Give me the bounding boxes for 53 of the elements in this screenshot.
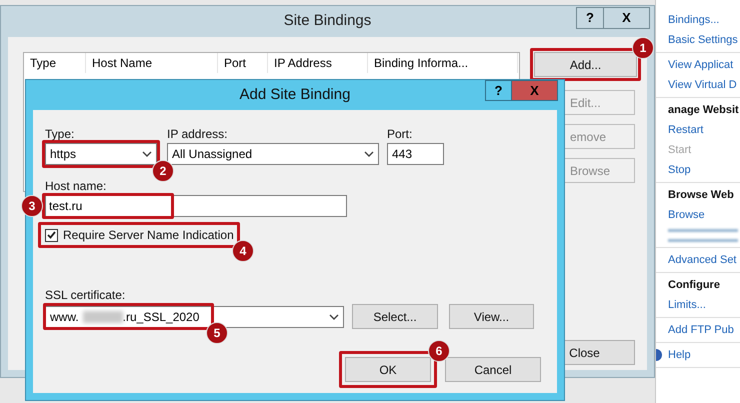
section-heading: anage Websit — [668, 102, 739, 118]
section-heading: Browse Web — [668, 188, 734, 203]
blurred-text — [668, 238, 738, 242]
column-header[interactable]: Type — [24, 53, 86, 73]
dialog-button[interactable]: Cancel — [445, 357, 541, 382]
certificate-name-end: .ru_SSL_2020 — [122, 308, 200, 326]
action-link[interactable]: Browse — [668, 206, 705, 224]
dialog-title: Add Site Binding — [240, 84, 350, 105]
action-link[interactable]: Stop — [668, 162, 691, 178]
column-header[interactable]: IP Address — [268, 53, 368, 73]
field-label: Port: — [387, 126, 412, 140]
action-link[interactable]: Limits... — [668, 296, 706, 314]
field-label: IP address: — [167, 126, 228, 140]
field-label: Host name: — [45, 178, 106, 192]
dialog-button[interactable]: OK — [345, 357, 431, 382]
caption-dismiss-button[interactable]: X — [512, 80, 558, 101]
action-link[interactable]: View Applicat — [668, 56, 734, 74]
step-number-badge: 2 — [152, 160, 174, 182]
blurred-text — [82, 310, 123, 322]
dialog-button[interactable]: Add... — [534, 52, 637, 77]
help-button[interactable]: ? — [576, 7, 604, 29]
caption-dismiss-button[interactable]: X — [604, 7, 650, 29]
check-icon — [47, 231, 56, 239]
field-label: SSL certificate: — [45, 287, 126, 301]
section-heading: Configure — [668, 278, 720, 293]
ip-address-dropdown[interactable]: All Unassigned — [167, 143, 379, 165]
step-number-badge: 1 — [632, 37, 654, 59]
action-link[interactable]: Bindings... — [668, 12, 720, 28]
step-number-badge: 5 — [206, 322, 228, 344]
checkbox-label: Require Server Name Indication — [63, 227, 234, 244]
step-number-badge: 3 — [21, 195, 43, 217]
action-link[interactable]: Add FTP Pub — [668, 322, 734, 338]
input-value: test.ru — [49, 198, 82, 215]
action-link[interactable]: Advanced Set — [668, 252, 736, 268]
window-title: Site Bindings — [284, 11, 372, 32]
checkbox[interactable] — [45, 228, 58, 242]
port-input[interactable]: 443 — [387, 143, 444, 165]
dialog-button[interactable]: View... — [449, 304, 534, 329]
field-label: Type: — [45, 126, 74, 140]
type-dropdown[interactable]: https — [45, 143, 157, 165]
action-link[interactable]: Help — [668, 346, 691, 364]
blurred-text — [668, 228, 738, 232]
action-link[interactable]: View Virtual D — [668, 76, 737, 94]
step-number-badge: 6 — [428, 340, 450, 362]
column-header[interactable]: Binding Informa... — [368, 53, 518, 73]
dialog-button[interactable]: Select... — [352, 304, 438, 329]
action-link[interactable]: Basic Settings — [668, 32, 738, 48]
column-header[interactable]: Port — [218, 53, 268, 73]
step-number-badge: 4 — [232, 240, 254, 262]
help-button[interactable]: ? — [485, 80, 512, 101]
action-link[interactable]: Restart — [668, 122, 704, 138]
column-header[interactable]: Host Name — [86, 53, 218, 73]
certificate-name-start: www. — [50, 308, 79, 326]
